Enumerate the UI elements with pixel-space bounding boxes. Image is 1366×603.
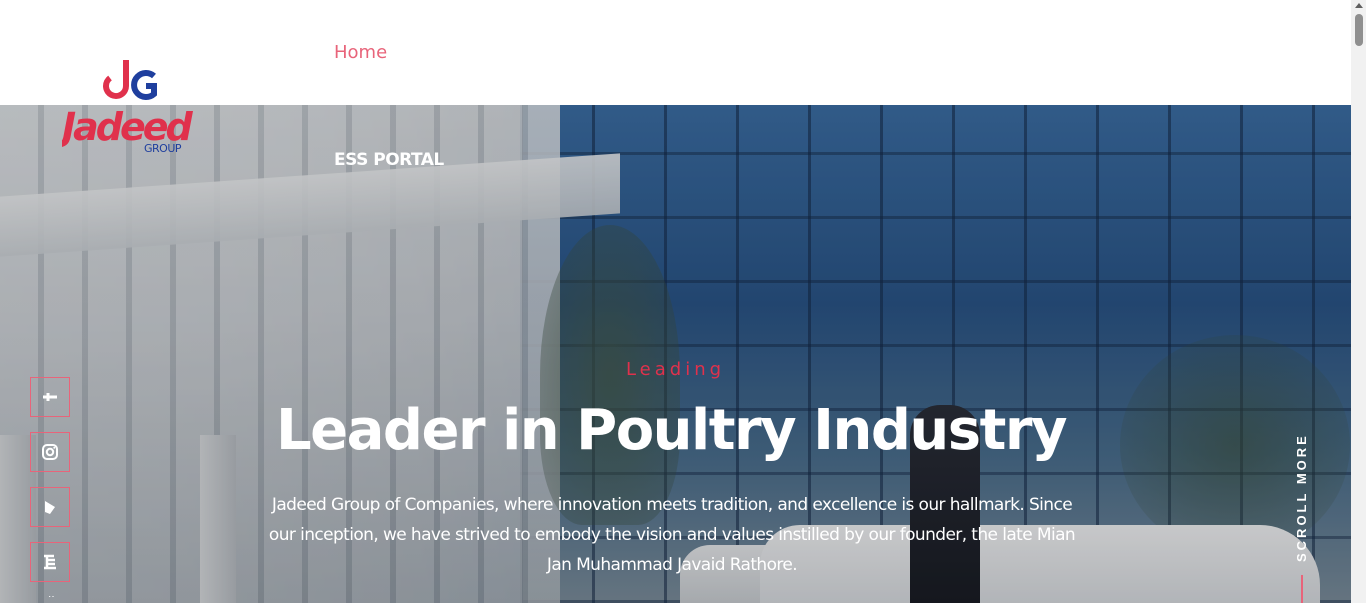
tiktok-icon[interactable] bbox=[30, 487, 70, 527]
page-scrollbar[interactable] bbox=[1351, 0, 1366, 603]
hero-eyebrow: Leading bbox=[625, 359, 726, 380]
scroll-up-arrow-icon[interactable] bbox=[1355, 3, 1363, 8]
site-header: Home bbox=[0, 0, 1351, 105]
scroll-more-button[interactable]: SCROLL MORE bbox=[1282, 430, 1322, 562]
scroll-indicator-line bbox=[1301, 575, 1303, 603]
hero-headline: Leader in Poultry Industry bbox=[275, 398, 1068, 463]
more-dots-icon: ‥ bbox=[48, 589, 55, 600]
hero-description: Jadeed Group of Companies, where innovat… bbox=[268, 495, 1076, 575]
scroll-more-label: SCROLL MORE bbox=[1294, 433, 1309, 562]
jadeed-logo-mark: Jadeed GROUP bbox=[55, 60, 197, 155]
jadeed-logo[interactable]: Jadeed GROUP bbox=[55, 60, 202, 155]
scrollbar-thumb[interactable] bbox=[1355, 14, 1363, 46]
linkedin-icon[interactable] bbox=[30, 542, 70, 582]
nav-home-link[interactable]: Home bbox=[334, 42, 387, 63]
svg-text:GROUP: GROUP bbox=[144, 142, 182, 155]
nav-ess-portal-link[interactable]: ESS PORTAL bbox=[334, 150, 444, 170]
